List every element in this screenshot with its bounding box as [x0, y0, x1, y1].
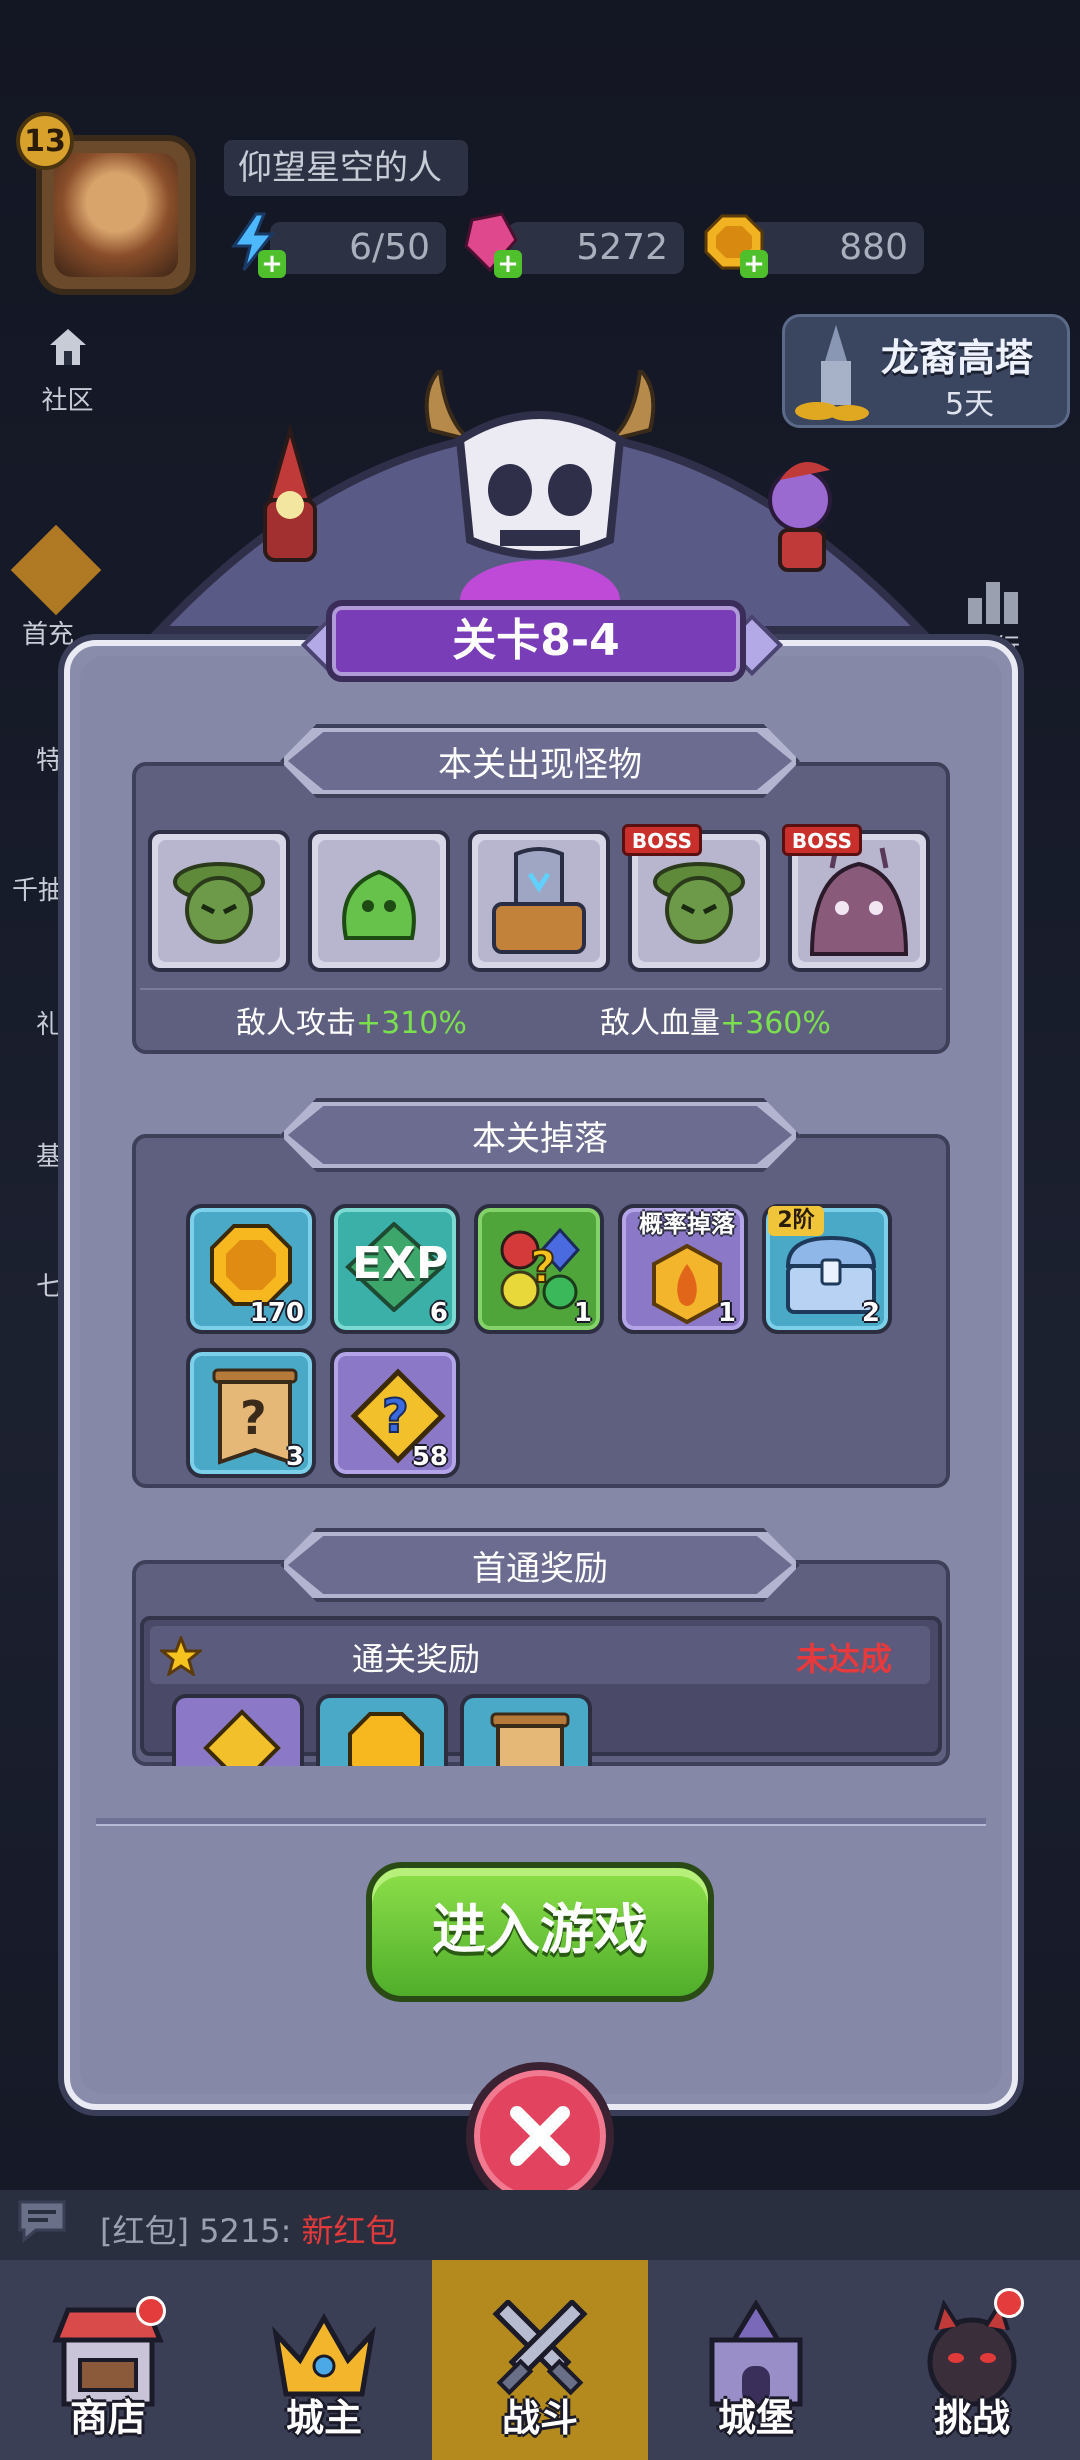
- fire-badge-icon: [652, 1244, 722, 1324]
- green-slime-icon: [342, 869, 416, 940]
- purple-beast-boss-icon: [809, 847, 909, 956]
- first-clear-status: 未达成: [796, 1640, 893, 1678]
- drop-item[interactable]: ? 58: [330, 1348, 460, 1478]
- tier-tag: 2阶: [768, 1206, 824, 1236]
- green-goblin-boss-icon: [653, 862, 745, 944]
- mystery-scroll-icon: [490, 1712, 570, 1766]
- side-label-thousand-draw: 千抽: [12, 876, 65, 906]
- scroll-clip: [132, 1766, 950, 1786]
- chat-bubble-icon[interactable]: [14, 2196, 70, 2246]
- goblin-warrior-icon: [768, 462, 832, 572]
- nav-challenge-label: 挑战: [933, 2396, 1010, 2440]
- enter-game-button[interactable]: 进入游戏: [366, 1862, 714, 2002]
- challenge-badge: [994, 2288, 1024, 2318]
- player-name: 仰望星空的人: [224, 140, 468, 196]
- home-icon: [49, 329, 86, 365]
- panel-divider: [96, 1818, 986, 1826]
- player-level-badge: 13: [16, 112, 74, 170]
- nav-lord-label: 城主: [285, 2396, 362, 2440]
- star-icon: [160, 1636, 202, 1676]
- drop-item[interactable]: 170: [186, 1204, 316, 1334]
- drop-item[interactable]: 2阶 2: [762, 1204, 892, 1334]
- svg-text:?: ?: [382, 1389, 409, 1443]
- item-count: 2: [861, 1298, 880, 1328]
- side-first-recharge[interactable]: [10, 524, 102, 616]
- nav-lord[interactable]: 城主: [216, 2260, 432, 2460]
- avatar-portrait: [54, 153, 178, 277]
- monster-divider: [140, 988, 942, 990]
- nav-challenge[interactable]: 挑战: [864, 2260, 1080, 2460]
- item-count: 1: [573, 1298, 592, 1328]
- drop-item[interactable]: ? 3: [186, 1348, 316, 1478]
- reward-coin-item[interactable]: [316, 1694, 448, 1766]
- drop-item[interactable]: 概率掉落 1: [618, 1204, 748, 1334]
- gems-value: 5272: [508, 222, 684, 274]
- nav-battle-label: 战斗: [501, 2396, 578, 2440]
- monster-card[interactable]: [148, 830, 290, 972]
- svg-text:?: ?: [530, 1242, 556, 1293]
- nav-castle-label: 城堡: [717, 2396, 794, 2440]
- monster-card[interactable]: [468, 830, 610, 972]
- side-label-fund: 基: [36, 1142, 63, 1172]
- drops-section-title: 本关掉落: [280, 1098, 800, 1172]
- nav-shop[interactable]: 商店: [0, 2260, 216, 2460]
- boss-tag: BOSS: [782, 824, 862, 856]
- shop-badge: [136, 2296, 166, 2326]
- community-label: 社区: [41, 386, 94, 416]
- svg-text:?: ?: [240, 1391, 267, 1445]
- nav-battle[interactable]: 战斗: [432, 2260, 648, 2460]
- chat-message: [红包] 5215: 新红包: [100, 2212, 398, 2250]
- item-count: 170: [249, 1298, 304, 1328]
- energy-value: 6/50: [270, 222, 446, 274]
- event-days: 5天: [945, 387, 995, 422]
- exp-label: EXP: [352, 1238, 449, 1289]
- side-label-seven: 七: [36, 1272, 63, 1302]
- gold-coin-icon: [210, 1224, 292, 1306]
- gold-coin-icon: [348, 1712, 424, 1766]
- side-label-special: 特: [36, 746, 63, 776]
- stage-title: 关卡8-4: [326, 600, 746, 682]
- nav-castle[interactable]: 城堡: [648, 2260, 864, 2460]
- close-button[interactable]: [466, 2062, 614, 2210]
- first-recharge-icon: [10, 524, 102, 616]
- reward-puzzle-item[interactable]: [172, 1694, 304, 1766]
- reward-scroll-item[interactable]: [460, 1694, 592, 1766]
- add-energy-button[interactable]: +: [258, 250, 286, 278]
- community-button[interactable]: 社区: [30, 325, 105, 417]
- enemy-attack-stat: 敌人攻击+310%: [236, 1006, 467, 1041]
- item-count: 3: [285, 1442, 304, 1472]
- enemy-hp-stat: 敌人血量+360%: [600, 1006, 831, 1041]
- item-count: 58: [411, 1442, 448, 1472]
- green-goblin-icon: [173, 862, 265, 944]
- item-count: 6: [429, 1298, 448, 1328]
- armored-knight-icon: [492, 847, 586, 954]
- mystery-puzzle-icon: [203, 1709, 281, 1766]
- probability-drop-tag: 概率掉落: [639, 1210, 735, 1238]
- side-label-gift: 礼: [36, 1010, 63, 1040]
- add-gems-button[interactable]: +: [494, 250, 522, 278]
- close-icon: [510, 2106, 570, 2166]
- drop-item[interactable]: ? 1: [474, 1204, 604, 1334]
- ranking-icon[interactable]: [962, 568, 1022, 628]
- side-label-first-recharge: 首充: [22, 620, 75, 650]
- coins-value: 880: [748, 222, 924, 274]
- first-clear-section-title: 首通奖励: [280, 1528, 800, 1602]
- red-mage-icon: [263, 422, 317, 562]
- monsters-section-title: 本关出现怪物: [280, 724, 800, 798]
- item-count: 1: [717, 1298, 736, 1328]
- monster-card[interactable]: [308, 830, 450, 972]
- boss-tag: BOSS: [622, 824, 702, 856]
- add-coins-button[interactable]: +: [740, 250, 768, 278]
- first-clear-row-label: 通关奖励: [352, 1640, 481, 1678]
- drop-item[interactable]: EXP 6: [330, 1204, 460, 1334]
- nav-shop-label: 商店: [69, 2396, 146, 2440]
